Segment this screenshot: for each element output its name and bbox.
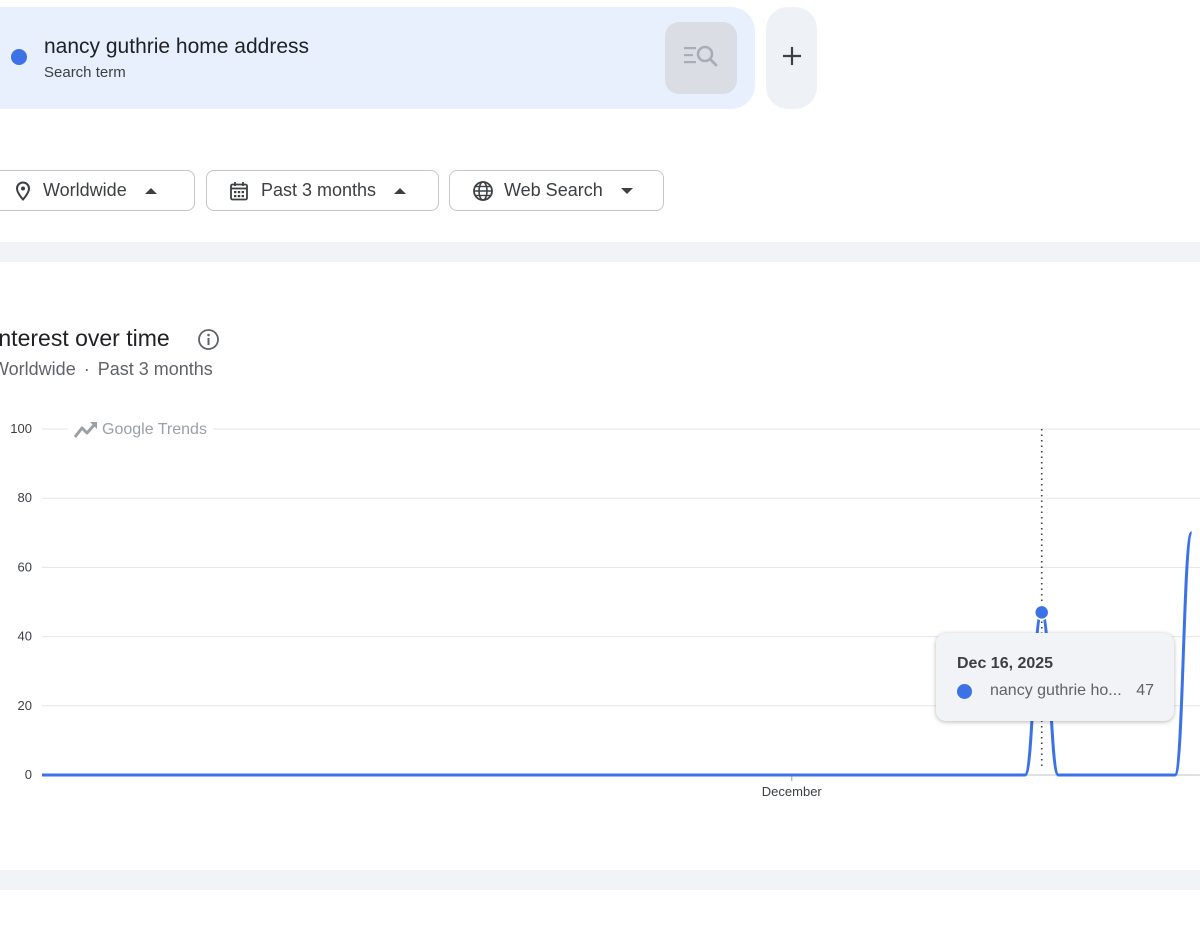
y-tick-label: 100: [10, 421, 32, 436]
chart-tooltip: Dec 16, 2025 nancy guthrie ho... 47: [936, 633, 1174, 721]
tooltip-value: 47: [1136, 682, 1154, 699]
section-subtitle: Worldwide · Past 3 months: [0, 359, 213, 380]
watermark-text: Google Trends: [102, 421, 207, 438]
y-tick-label: 0: [25, 767, 32, 782]
search-type-label: Web Search: [504, 180, 603, 200]
y-tick-label: 20: [18, 698, 32, 713]
search-term-subtitle: Search term: [44, 64, 126, 81]
term-color-dot: [11, 49, 27, 65]
add-comparison-button[interactable]: [766, 7, 817, 109]
search-term-card[interactable]: nancy guthrie home address Search term: [0, 7, 755, 109]
x-tick-label: December: [762, 784, 823, 799]
tooltip-series-label: nancy guthrie ho...: [990, 682, 1122, 699]
info-icon[interactable]: [197, 328, 220, 356]
time-range-dropdown[interactable]: Past 3 months: [206, 170, 439, 211]
caret-down-icon: [620, 187, 633, 195]
section-title: Interest over time: [0, 325, 170, 351]
tooltip-series-dot: [957, 684, 972, 699]
subtitle-range: Past 3 months: [97, 359, 213, 379]
subtitle-region: Worldwide: [0, 359, 76, 379]
y-tick-label: 60: [18, 559, 32, 574]
region-filter-dropdown[interactable]: Worldwide: [0, 170, 195, 211]
time-range-label: Past 3 months: [261, 180, 377, 200]
tooltip-date: Dec 16, 2025: [957, 655, 1054, 672]
search-type-dropdown[interactable]: Web Search: [449, 170, 664, 211]
plus-icon: [781, 45, 803, 72]
subtitle-separator: ·: [83, 359, 90, 379]
y-tick-label: 40: [18, 629, 32, 644]
section-footer-divider: [0, 870, 1200, 890]
compare-search-button[interactable]: [665, 22, 737, 94]
section-divider: [0, 242, 1200, 262]
caret-up-icon: [144, 187, 157, 195]
interest-over-time-chart[interactable]: 100 80 60 40 20 0 December Google Trends: [0, 410, 1200, 810]
search-term-title: nancy guthrie home address: [44, 35, 309, 58]
globe-icon: [472, 180, 494, 202]
highlight-point[interactable]: [1033, 604, 1050, 621]
y-tick-label: 80: [18, 490, 32, 505]
calendar-icon: [229, 181, 249, 201]
caret-up-icon: [394, 187, 407, 195]
compare-search-icon: [682, 43, 720, 74]
region-filter-label: Worldwide: [43, 180, 127, 200]
location-pin-icon: [15, 180, 31, 201]
